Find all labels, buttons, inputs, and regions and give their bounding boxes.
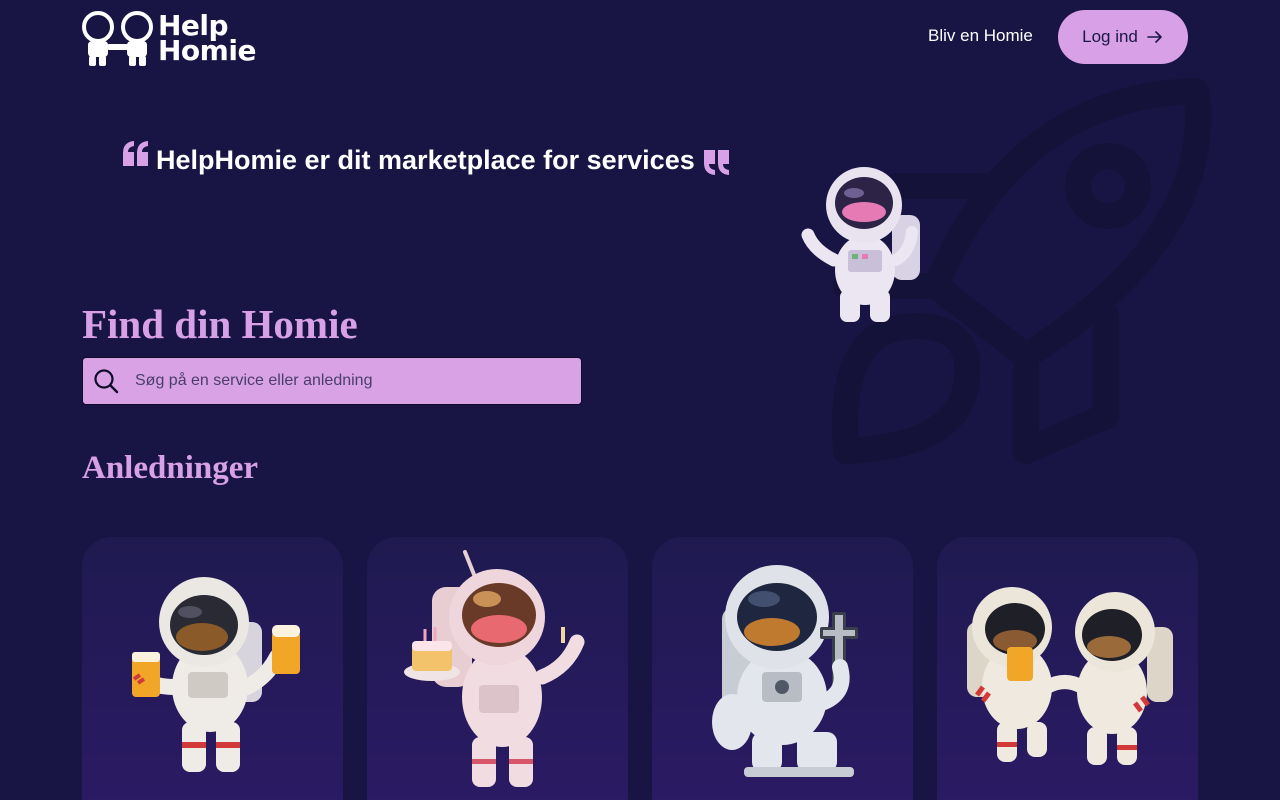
hero-quote: HelpHomie er dit marketplace for service… [122, 140, 731, 180]
search-box[interactable] [82, 357, 582, 405]
find-homie-title: Find din Homie [82, 301, 358, 347]
logo-link[interactable]: Help Homie [82, 10, 256, 66]
become-homie-link[interactable]: Bliv en Homie [928, 26, 1033, 46]
arrow-right-icon [1147, 31, 1162, 43]
logo-icon [82, 11, 153, 66]
hero-astronaut-image [801, 167, 920, 322]
page: Help Homie Bliv en Homie Log ind HelpHom… [0, 0, 1280, 800]
astronaut-funeral-icon [712, 565, 858, 777]
occasion-card-beer[interactable] [82, 537, 343, 800]
astronaut-party-icon [967, 587, 1173, 765]
occasions-title: Anledninger [82, 450, 259, 486]
logo-line2: Homie [158, 34, 256, 67]
search-input[interactable] [133, 371, 581, 391]
logo-text: Help Homie [158, 12, 256, 67]
occasion-card-funeral[interactable] [652, 537, 913, 800]
occasion-card-party[interactable] [937, 537, 1198, 800]
quote-open-icon [123, 141, 148, 166]
astronaut-birthday-icon [404, 550, 585, 787]
occasions-list [82, 537, 1198, 800]
quote-text: HelpHomie er dit marketplace for service… [156, 145, 695, 175]
occasion-card-birthday[interactable] [367, 537, 628, 800]
search-icon[interactable] [93, 368, 119, 394]
login-button[interactable]: Log ind [1058, 10, 1188, 64]
quote-close-icon [703, 150, 729, 175]
login-label: Log ind [1082, 27, 1138, 46]
astronaut-beer-icon [132, 577, 300, 772]
